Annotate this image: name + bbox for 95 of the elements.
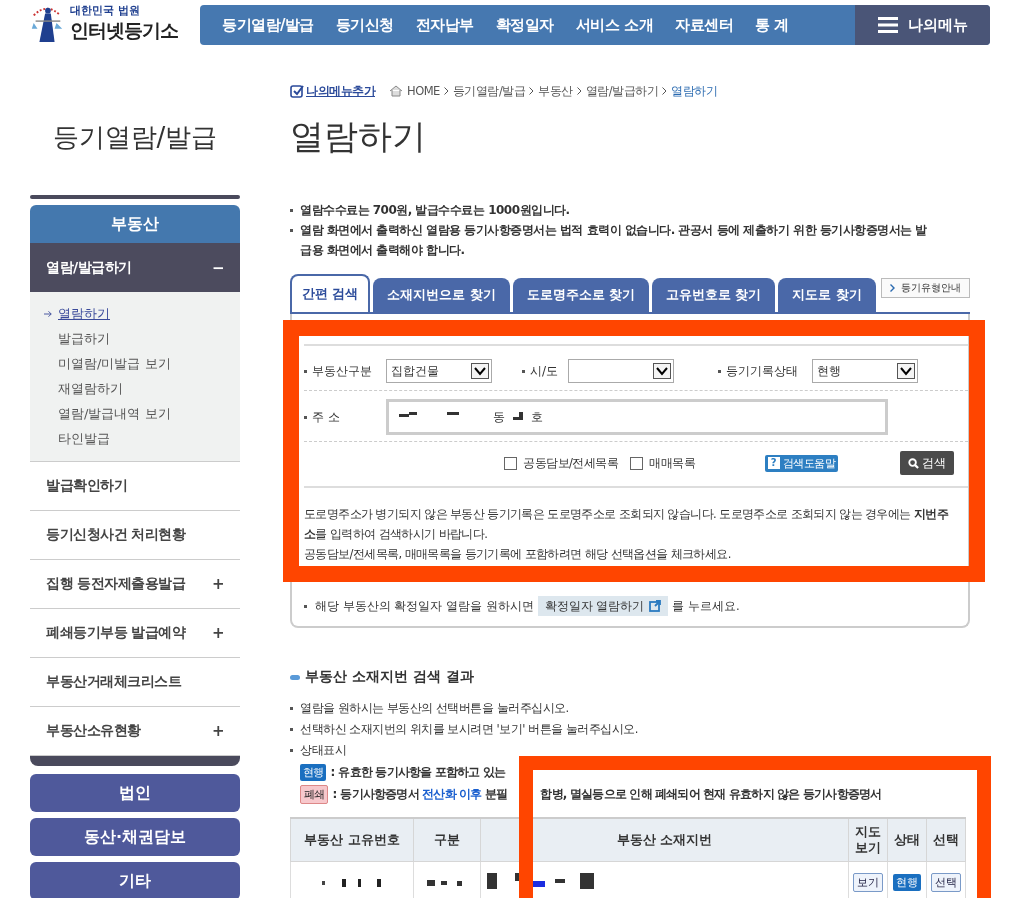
redaction-mark [513, 412, 523, 422]
legend-separator: : [332, 787, 337, 801]
sidebar-item[interactable]: 부동산거래체크리스트 [30, 658, 240, 707]
submenu-item[interactable]: 발급하기 [44, 329, 240, 349]
select-field[interactable] [568, 359, 674, 383]
status-badge: 현행 [893, 873, 921, 891]
chevron-icon [662, 87, 668, 95]
chevron-icon [443, 87, 449, 95]
breadcrumb-link[interactable]: 열람/발급하기 [585, 83, 659, 99]
submenu-item[interactable]: 열람/발급내역 보기 [44, 404, 240, 424]
legend-text: 등기사항증명서 전산화 이후 분필 [340, 785, 509, 803]
status-badge: 폐쇄 [300, 784, 329, 804]
sidebar-item[interactable]: 폐쇄등기부등 발급예약 + [30, 609, 240, 658]
menu-icon [877, 17, 898, 33]
breadcrumb-link[interactable]: HOME [407, 84, 440, 98]
field-label: 부동산구분 [304, 362, 376, 380]
notice-text: 도로명주소가 병기되지 않은 부동산 등기기록은 도로명주소로 조회되지 않습니다. 도로명주소로 조회되지 않는 경우에는 지번주소를 입력하여 검색하시기 바랍니다. [304, 506, 950, 543]
chevron-icon [529, 87, 535, 95]
search-tab[interactable]: 고유번호로 찾기 [652, 278, 776, 312]
home-icon [389, 85, 403, 97]
chevron-icon [890, 284, 895, 292]
add-my-menu-link[interactable]: 나의메뉴추가 [290, 83, 375, 99]
search-tab[interactable]: 지도로 찾기 [778, 278, 876, 312]
field-label: 주 소 [304, 408, 376, 426]
select-button[interactable]: 선택 [931, 872, 961, 892]
sidebar-item[interactable]: 등기신청사건 처리현황 [30, 511, 240, 560]
map-view-button[interactable]: 보기 [853, 872, 883, 892]
search-tab[interactable]: 간편 검색 [290, 274, 371, 312]
note-text: 선택하신 소재지번의 위치를 보시려면 '보기' 버튼을 눌러주십시오. [290, 719, 930, 740]
note-text: 상태표시 [290, 740, 930, 761]
status-badge: 현행 [300, 763, 327, 781]
chevron-icon [576, 87, 582, 95]
column-header: 부동산 고유번호 [290, 818, 414, 862]
search-tab[interactable]: 소재지번으로 찾기 [373, 278, 510, 312]
nav-item[interactable]: 통 계 [744, 5, 800, 45]
select-field[interactable]: 현행 [812, 359, 918, 383]
category-button[interactable]: 법인 [30, 774, 240, 812]
nav-item[interactable]: 전자납부 [405, 5, 485, 45]
legend-separator: : [330, 765, 335, 779]
search-help-button[interactable]: ? 검색도움말 [764, 454, 838, 472]
submenu-item[interactable]: 타인발급 [44, 429, 240, 449]
nav-item[interactable]: 자료센터 [664, 5, 745, 45]
address-input-field[interactable]: 동 호 [386, 399, 888, 435]
note-text: 열람 화면에서 출력하신 열람용 등기사항증명서는 법적 효력이 없습니다. 관공서 등에 제출하기 위한 등기사항증명서는 발급용 화면에서 출력해야 합니다. [290, 220, 930, 260]
sidebar-section-header: 부동산 [30, 205, 240, 243]
breadcrumb-link[interactable]: 열람하기 [671, 83, 718, 99]
submenu-item[interactable]: 열람하기 [44, 304, 240, 324]
field-label: 시/도 [522, 362, 558, 380]
breadcrumb-link[interactable]: 등기열람/발급 [452, 83, 526, 99]
external-link-icon [649, 600, 662, 612]
nav-item[interactable]: 확정일자 [485, 5, 565, 45]
check-icon [290, 84, 304, 98]
column-header: 선택 [926, 818, 966, 862]
search-tab[interactable]: 도로명주소로 찾기 [512, 278, 650, 312]
checkbox-label: 공동담보/전세목록 [523, 455, 619, 471]
logo-subtitle: 대한민국 법원 [70, 2, 141, 18]
category-button[interactable]: 동산·채권담보 [30, 818, 240, 856]
confirm-text: 해당 부동산의 확정일자 열람을 원하시면 [315, 598, 534, 614]
category-button[interactable]: 기타 [30, 862, 240, 898]
checkbox-label: 매매목록 [649, 455, 696, 471]
redaction-mark [322, 878, 382, 887]
checkbox[interactable] [630, 456, 644, 470]
page-title: 열람하기 [290, 115, 427, 158]
bullet-icon [290, 674, 300, 680]
notice-text: 공동담보/전세목록, 매매목록을 등기기록에 포함하려면 해당 선택옵션을 체크하세요. [304, 546, 732, 563]
select-field[interactable]: 집합건물 [386, 359, 492, 383]
logo-title: 인터넷등기소 [70, 17, 178, 43]
arrow-icon [44, 310, 53, 318]
nav-item[interactable]: 등기열람/발급 [200, 5, 325, 45]
note-text: 열람수수료는 700원, 발급수수료는 1000원입니다. [290, 200, 930, 220]
search-button[interactable]: 검색 [900, 451, 954, 475]
confirm-date-button[interactable]: 확정일자 열람하기 [537, 596, 669, 616]
column-header: 구분 [413, 818, 481, 862]
submenu-item[interactable]: 재열람하기 [44, 379, 240, 399]
nav-item[interactable]: 등기신청 [325, 5, 405, 45]
checkbox[interactable] [504, 456, 517, 470]
column-header: 지도 보기 [848, 818, 888, 862]
sidebar-item[interactable]: 발급확인하기 [30, 462, 240, 511]
sidebar-item[interactable]: 집행 등전자제출용발급 + [30, 560, 240, 609]
registry-type-guide-button[interactable]: 등기유형안내 [881, 278, 970, 298]
legend-text: 합병, 멸실등으로 인해 폐쇄되어 현재 유효하지 않은 등기사항증명서 [540, 785, 882, 803]
column-header: 부동산 소재지번 [480, 818, 849, 862]
legend-text: 유효한 등기사항을 포함하고 있는 [338, 763, 507, 781]
note-text: 열람을 원하시는 부동산의 선택버튼을 눌러주십시오. [290, 698, 930, 719]
breadcrumb-link[interactable]: 부동산 [538, 83, 573, 99]
my-menu-button[interactable]: 나의메뉴 [855, 5, 990, 45]
nav-item[interactable]: 서비스 소개 [565, 5, 665, 45]
column-header: 상태 [887, 818, 927, 862]
sidebar-title: 등기열람/발급 [51, 121, 219, 154]
sidebar-item[interactable]: 열람/발급하기 − [30, 243, 240, 292]
confirm-text: 를 누르세요. [672, 598, 740, 614]
field-label: 등기기록상태 [718, 362, 802, 380]
section-title: 부동산 소재지번 검색 결과 [305, 668, 474, 686]
search-icon [908, 457, 919, 469]
submenu-item[interactable]: 미열람/미발급 보기 [44, 354, 240, 374]
